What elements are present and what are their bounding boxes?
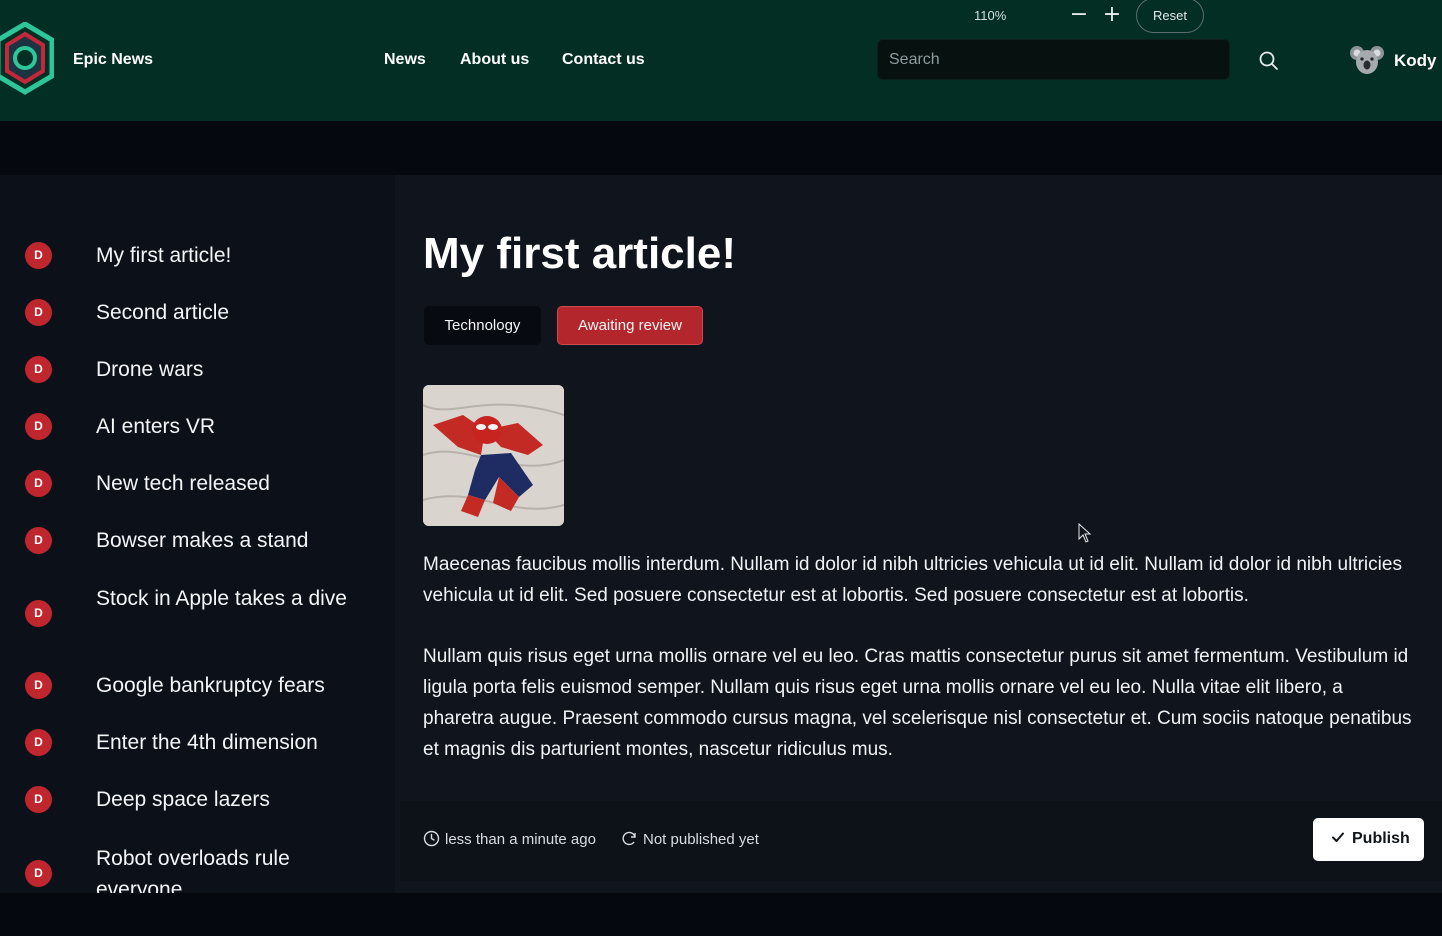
draft-badge: D (25, 786, 52, 813)
clock-icon (423, 830, 440, 847)
check-icon (1332, 832, 1344, 842)
brand-name[interactable]: Epic News (73, 51, 153, 69)
zoom-level: 110% (974, 8, 1007, 23)
search-input[interactable] (878, 40, 1229, 79)
article-list-item[interactable]: D Stock in Apple takes a dive (0, 580, 395, 646)
article-thumbnail-art (423, 385, 564, 526)
article-list-label: My first article! (96, 244, 232, 267)
mouse-pointer-icon (1078, 523, 1092, 543)
article-paragraph: Nullam quis risus eget urna mollis ornar… (423, 646, 1412, 760)
article-list-label: Drone wars (96, 358, 204, 381)
draft-badge: D (25, 672, 52, 699)
article-list-label: Stock in Apple takes a dive (96, 587, 347, 610)
article-panel: D My first article! D Second article D D… (0, 175, 1442, 893)
article-paragraph: Maecenas faucibus mollis interdum. Nulla… (423, 554, 1402, 606)
refresh-icon (622, 831, 636, 846)
article-list-item[interactable]: D New tech released (0, 466, 395, 502)
zoom-controls: 110% − + Reset (958, 0, 1218, 33)
nav-contact-us[interactable]: Contact us (562, 51, 645, 69)
article-list-label: Enter the 4th dimension (96, 731, 318, 754)
user-name: Kody (1394, 51, 1437, 70)
article-list-item[interactable]: D Google bankruptcy fears (0, 668, 395, 704)
article-list-item[interactable]: D My first article! (0, 238, 395, 274)
article-list-label: Second article (96, 301, 230, 324)
article-list-item[interactable]: D Bowser makes a stand (0, 523, 395, 559)
article-list-label: New tech released (96, 472, 270, 495)
search-field (877, 39, 1230, 80)
nav-about-us[interactable]: About us (460, 51, 529, 69)
draft-badge: D (25, 527, 52, 554)
zoom-reset-button[interactable]: Reset (1136, 0, 1204, 33)
article-image[interactable] (423, 385, 564, 526)
zoom-in-button[interactable]: + (1100, 2, 1124, 28)
nav-news[interactable]: News (384, 51, 426, 69)
zoom-out-button[interactable]: − (1067, 2, 1091, 28)
article-title: My first article! (423, 229, 736, 278)
article-list-item[interactable]: D Second article (0, 295, 395, 331)
article-list-label: Robot overloads rule everyone (96, 847, 290, 893)
article-list-label: Google bankruptcy fears (96, 674, 325, 697)
draft-badge: D (25, 413, 52, 440)
article-list-label: Bowser makes a stand (96, 529, 309, 552)
draft-badge: D (25, 470, 52, 497)
draft-badge: D (25, 242, 52, 269)
status-tag: Awaiting review (557, 306, 703, 345)
draft-badge: D (25, 729, 52, 756)
koala-avatar-icon (1350, 46, 1384, 74)
article-list-item[interactable]: D Drone wars (0, 352, 395, 388)
publish-status-text: Not published yet (643, 831, 759, 848)
article-list-label: Deep space lazers (96, 788, 270, 811)
article-list-sidebar: D My first article! D Second article D D… (0, 175, 395, 893)
draft-badge: D (25, 299, 52, 326)
draft-badge: D (25, 600, 52, 627)
article-list-item[interactable]: D Enter the 4th dimension (0, 725, 395, 761)
search-icon[interactable] (1256, 48, 1282, 74)
publish-button[interactable]: Publish (1313, 818, 1424, 861)
draft-badge: D (25, 356, 52, 383)
category-tag: Technology (424, 306, 541, 345)
last-updated-text: less than a minute ago (445, 831, 596, 848)
article-list-item[interactable]: D AI enters VR (0, 409, 395, 445)
epic-news-logo-icon[interactable] (0, 22, 54, 96)
article-list-item[interactable]: D Robot overloads rule everyone (0, 840, 395, 893)
article-list-label: AI enters VR (96, 415, 216, 438)
article-list-item[interactable]: D Deep space lazers (0, 782, 395, 818)
top-header: Epic News News About us Contact us 110% … (0, 0, 1442, 121)
publish-button-label: Publish (1352, 830, 1410, 847)
draft-badge: D (25, 860, 52, 887)
